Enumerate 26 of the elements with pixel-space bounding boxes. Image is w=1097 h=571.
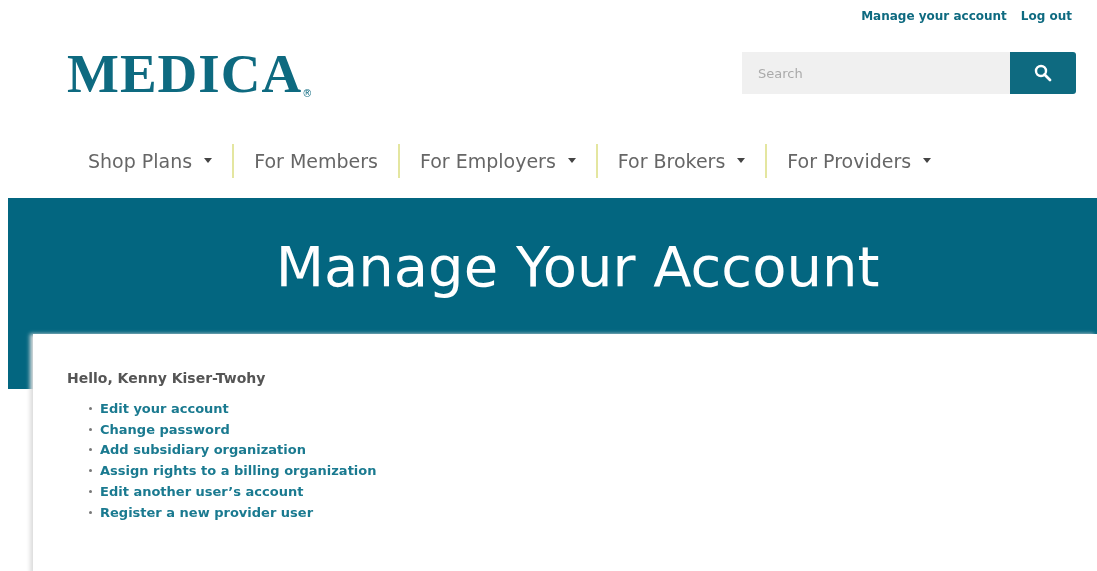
nav-menu-item[interactable]: For Employers xyxy=(419,150,576,172)
account-link[interactable]: Assign rights to a billing organization xyxy=(100,463,377,479)
account-link[interactable]: Add subsidiary organization xyxy=(100,442,306,458)
account-link[interactable]: Edit another user’s account xyxy=(100,484,304,500)
nav-menu-item[interactable]: For Brokers xyxy=(617,150,746,172)
nav-menu-item[interactable]: Shop Plans xyxy=(88,150,213,172)
search-icon xyxy=(1034,64,1052,82)
bullet-icon xyxy=(89,448,92,452)
bullet-icon xyxy=(89,406,92,410)
account-link[interactable]: Register a new provider user xyxy=(100,504,314,520)
page-title: Manage Your Account xyxy=(274,233,880,299)
nav-menu-item[interactable]: For Providers xyxy=(787,150,932,172)
bullet-icon xyxy=(89,469,92,473)
bullet-icon xyxy=(89,510,92,514)
nav-menu-item[interactable]: For Members xyxy=(254,150,378,172)
search-field[interactable]: Search xyxy=(742,52,1010,94)
registered-mark: ® xyxy=(302,87,313,99)
bullet-icon xyxy=(89,490,92,494)
bullet-icon xyxy=(89,427,92,431)
account-link[interactable]: Change password xyxy=(100,421,230,437)
greeting-text: Hello, Kenny Kiser-Twohy xyxy=(67,370,267,386)
account-link[interactable]: Edit your account xyxy=(100,400,229,416)
header-link[interactable]: Log out xyxy=(1020,9,1072,27)
header-link[interactable]: Manage your account xyxy=(861,9,1007,27)
medica-logo[interactable]: MEDICA xyxy=(67,45,303,101)
search-button[interactable] xyxy=(1010,52,1076,94)
